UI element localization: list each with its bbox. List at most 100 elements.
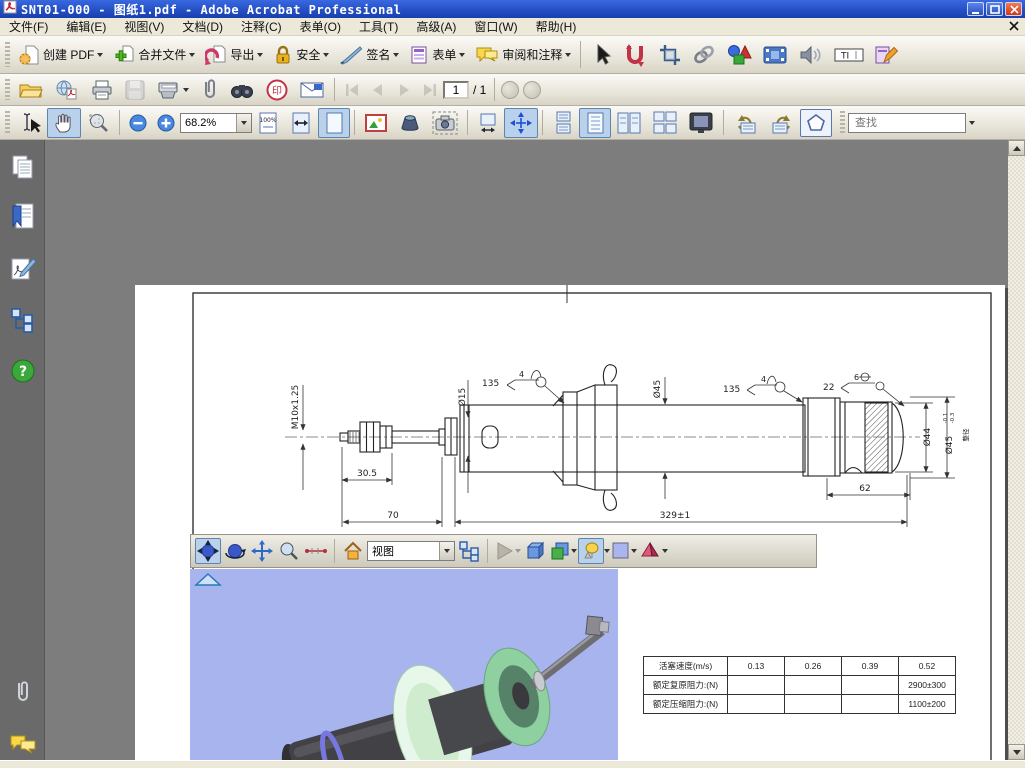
3d-play-animation-button[interactable] (493, 540, 521, 562)
combine-files-button[interactable]: 合并文件 (108, 41, 200, 69)
3d-tool-button[interactable] (721, 40, 757, 70)
pan-zoom-window-button[interactable] (393, 109, 427, 137)
3d-render-mode-button[interactable] (549, 540, 577, 562)
sound-tool-button[interactable] (793, 40, 829, 70)
find-input[interactable] (853, 115, 945, 130)
single-page-button[interactable] (579, 107, 611, 138)
select-text-tool-button[interactable] (13, 108, 47, 138)
menu-tools[interactable]: 工具(T) (350, 17, 407, 36)
maximize-button[interactable] (986, 2, 1003, 16)
fit-width-page-button[interactable] (472, 108, 504, 138)
movie-tool-button[interactable] (757, 40, 793, 70)
rotate-cw-button[interactable] (764, 108, 800, 138)
zoom-out-button[interactable] (124, 111, 152, 135)
pages-panel-button[interactable] (8, 152, 38, 182)
two-up-continuous-button[interactable] (647, 108, 683, 138)
menu-view[interactable]: 视图(V) (115, 17, 173, 36)
bookmarks-panel-button[interactable] (8, 202, 38, 232)
edit-object-button[interactable] (359, 109, 393, 137)
scroll-up-button[interactable] (1008, 140, 1025, 156)
how-to-panel-button[interactable]: ? (8, 356, 38, 386)
menu-edit[interactable]: 编辑(E) (57, 17, 115, 36)
fit-width-button[interactable] (284, 108, 318, 138)
close-button[interactable] (1005, 2, 1022, 16)
menu-document[interactable]: 文档(D) (173, 17, 232, 36)
trap-pentagon-button[interactable] (800, 108, 832, 137)
3d-default-view-button[interactable] (340, 538, 366, 564)
print-button[interactable] (85, 76, 119, 104)
toolbar-grip[interactable] (5, 78, 10, 101)
signatures-panel-button[interactable] (8, 254, 38, 284)
two-up-button[interactable] (611, 108, 647, 138)
scrolling-mode-button[interactable] (547, 108, 579, 138)
minimize-button[interactable] (967, 2, 984, 16)
article-tool-button[interactable] (617, 40, 653, 70)
rotate-ccw-button[interactable] (728, 108, 764, 138)
3d-projection-button[interactable] (522, 538, 548, 564)
find-options-dropdown-icon[interactable] (969, 120, 975, 125)
form-edit-tool-button[interactable] (869, 40, 905, 70)
document-area[interactable]: M10x1.25 Ø15 Ø45 135 4 135 4 22 6 30.5 7… (45, 140, 1008, 768)
export-button[interactable]: 导出 (200, 41, 268, 69)
attach-button[interactable] (194, 75, 224, 105)
3d-model-tree-button[interactable] (456, 538, 482, 564)
link-tool-button[interactable] (687, 40, 721, 70)
select-tool-button[interactable] (585, 40, 617, 70)
text-field-tool-button[interactable]: TI (829, 40, 869, 70)
find-box[interactable] (848, 112, 966, 133)
scroll-down-button[interactable] (1008, 744, 1025, 760)
menu-help[interactable]: 帮助(H) (527, 17, 586, 36)
toolbar-grip[interactable] (5, 110, 10, 135)
actual-size-button[interactable]: 100% (252, 108, 284, 138)
menu-advanced[interactable]: 高级(A) (407, 17, 465, 36)
menu-window[interactable]: 窗口(W) (465, 17, 526, 36)
fit-visible-button[interactable] (504, 107, 538, 138)
attachments-panel-button[interactable] (8, 678, 38, 708)
next-page-button[interactable] (391, 79, 417, 101)
menu-forms[interactable]: 表单(O) (291, 17, 350, 36)
3d-cross-section-button[interactable] (638, 540, 668, 562)
create-pdf-from-web-button[interactable] (49, 76, 85, 104)
zoom-marquee-tool-button[interactable] (81, 108, 115, 138)
3d-viewport[interactable] (190, 569, 618, 768)
forms-button[interactable]: 表单 (404, 41, 470, 69)
3d-zoom-tool-button[interactable] (276, 538, 302, 564)
3d-lighting-button[interactable] (578, 538, 604, 564)
next-view-button[interactable] (523, 80, 542, 99)
last-page-button[interactable] (417, 79, 443, 101)
hand-tool-button[interactable] (47, 107, 81, 138)
vertical-scrollbar[interactable] (1008, 140, 1025, 760)
crop-tool-button[interactable] (653, 40, 687, 70)
fit-page-button[interactable] (318, 107, 350, 138)
3d-pan-tool-button[interactable] (249, 538, 275, 564)
menu-file[interactable]: 文件(F) (0, 17, 57, 36)
search-button[interactable] (224, 76, 260, 104)
3d-measure-tool-button[interactable] (303, 538, 329, 564)
prev-page-button[interactable] (365, 79, 391, 101)
previous-view-button[interactable] (501, 80, 520, 99)
page-number-input[interactable] (443, 80, 469, 99)
menu-comments[interactable]: 注释(C) (232, 17, 291, 36)
3d-spin-tool-button[interactable] (222, 538, 248, 564)
zoom-level-combo[interactable]: 68.2% (180, 112, 252, 133)
sign-button[interactable]: 签名 (334, 41, 404, 69)
toolbar-close-icon[interactable] (1009, 20, 1019, 34)
review-comment-button[interactable]: 审阅和注释 (470, 41, 576, 69)
open-button[interactable] (13, 76, 49, 104)
secure-button[interactable]: 安全 (268, 41, 334, 69)
3d-background-color-button[interactable] (611, 541, 637, 561)
print-output-button[interactable] (151, 76, 194, 104)
3d-views-combo[interactable]: 视图 (367, 541, 455, 561)
snapshot-tool-button[interactable] (427, 108, 463, 138)
layers-panel-button[interactable] (8, 305, 38, 335)
stamp-seal-button[interactable]: 印 (260, 75, 294, 105)
email-button[interactable] (294, 77, 330, 103)
toolbar-grip[interactable] (5, 41, 10, 68)
toolbar-grip[interactable] (840, 110, 845, 135)
create-pdf-button[interactable]: 创建 PDF (13, 41, 108, 69)
zoom-in-button[interactable] (152, 111, 180, 135)
comments-panel-button[interactable] (8, 730, 38, 760)
3d-rotate-tool-button[interactable] (195, 538, 221, 564)
save-button[interactable] (119, 76, 151, 104)
full-screen-button[interactable] (683, 108, 719, 138)
